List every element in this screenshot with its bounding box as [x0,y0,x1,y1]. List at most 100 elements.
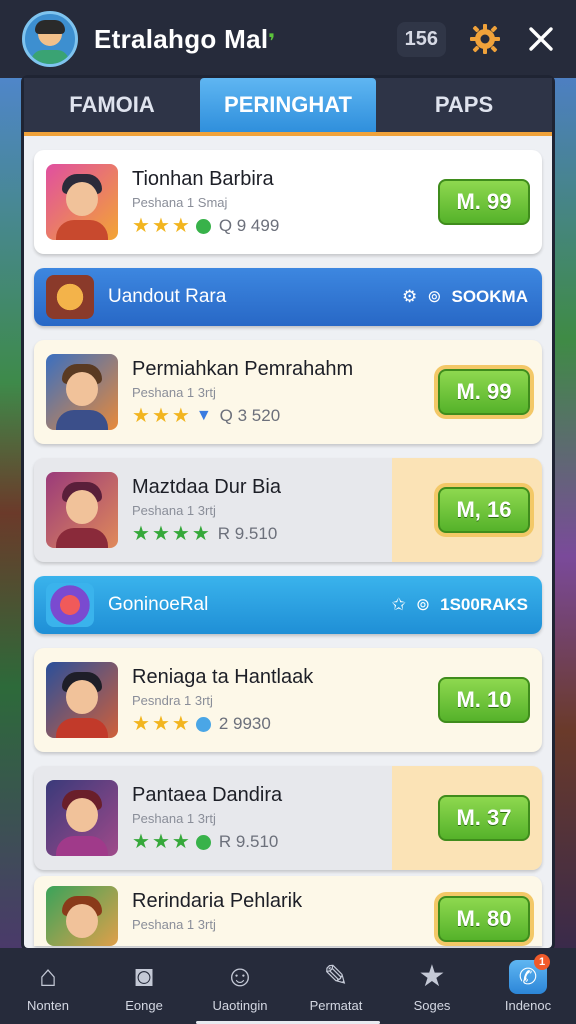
star-icon: ★ [151,523,170,545]
banner-value: 1S00RAKS [440,595,528,614]
item-thumbnail [46,354,118,430]
item-name: Tionhan Barbira [132,168,274,190]
item-list: Tionhan Barbira Peshana 1 Smaj ★ ★ ★ Q 9… [24,136,552,946]
nav-item-indenoc[interactable]: ✆ 1 Indenoc [480,948,576,1024]
star-icon: ★ [151,831,170,853]
nav-item-soges[interactable]: ★ Soges [384,948,480,1024]
item-name: Reniaga ta Hantlaak [132,666,314,688]
star-icon: ★ [171,713,190,735]
price-button[interactable]: M. 99 [438,369,530,415]
nav-label: Nonten [27,997,69,1013]
user-avatar[interactable] [22,11,78,67]
list-item[interactable]: Maztdaa Dur Bia Peshana 1 3rtj ★ ★ ★ ★ R… [34,458,542,562]
item-thumbnail [46,886,118,946]
nav-label: Eonge [125,997,163,1013]
badge-icon [195,218,211,234]
list-item[interactable]: Rerindaria Pehlarik Peshana 1 3rtj M. 80 [34,876,542,946]
nav-label: Uaotingin [212,997,268,1013]
main-panel: FAMOIA PERINGHAT PAPS Tionhan Barbira Pe… [24,78,552,948]
star-icon: ★ [151,405,170,427]
item-subtitle: Peshana 1 3rtj [132,385,216,400]
item-count: R 9.510 [217,524,278,543]
item-subtitle: Pesndra 1 3rtj [132,693,213,708]
star-icon: ★ [171,215,190,237]
currency-counter: 156 [396,21,446,57]
banner-emblem [46,583,94,627]
star-icon: ★ [151,713,170,735]
gear-icon[interactable] [468,22,502,56]
promo-banner[interactable]: Uandout Rara ⚙ ⊚ SOOKMA [34,268,542,326]
item-name: Maztdaa Dur Bia [132,476,281,498]
shirt-icon: ▼ [195,407,212,424]
coin-icon: ⊚ [415,595,431,614]
app-title: Etralahgo Mal❜ [94,23,276,54]
item-count: 2 9930 [218,714,271,733]
top-bar: Etralahgo Mal❜ 156 [0,0,576,78]
promo-banner[interactable]: GoninoeRal ✩ ⊚ 1S00RAKS [34,576,542,634]
star-icon: ★ [151,215,170,237]
price-button[interactable]: M. 10 [438,677,530,723]
tab-paps[interactable]: PAPS [376,78,552,132]
home-icon: ⌂ [38,959,58,993]
star-icon: ★ [132,405,150,427]
price-button[interactable]: M. 80 [438,896,530,942]
price-button[interactable]: M, 16 [438,487,530,533]
list-item[interactable]: Permiahkan Pemrahahm Peshana 1 3rtj ★ ★ … [34,340,542,444]
nav-label: Soges [413,997,451,1013]
star-icon: ★ [191,523,210,545]
close-icon[interactable] [524,22,558,56]
item-subtitle: Peshana 1 Smaj [132,195,228,210]
item-thumbnail [46,780,118,856]
star-icon: ★ [132,713,150,735]
badge-icon [195,834,211,850]
nav-item-uaotingin[interactable]: ☺ Uaotingin [192,948,288,1024]
banner-value: SOOKMA [451,287,529,306]
banner-label: Uandout Rara [108,286,227,307]
item-thumbnail [46,662,118,738]
nav-label: Indenoc [504,997,552,1013]
star-icon: ✩ [391,595,406,614]
coin-icon: ⊚ [427,287,442,306]
tab-famoia[interactable]: FAMOIA [24,78,200,132]
star-icon: ★ [418,959,446,993]
item-count: R 9.510 [218,832,279,851]
notification-badge: 1 [534,954,550,970]
item-subtitle: Peshana 1 3rtj [132,917,216,932]
item-count: Q 9 499 [218,216,280,235]
item-subtitle: Peshana 1 3rtj [132,811,216,826]
banner-label: GoninoeRal [108,594,209,615]
edit-icon: ✎ [323,959,349,993]
item-name: Permiahkan Pemrahahm [132,358,354,380]
star-icon: ★ [132,831,150,853]
list-item[interactable]: Pantaea Dandira Peshana 1 3rtj ★ ★ ★ R 9… [34,766,542,870]
settings-icon: ⚙ [402,287,418,306]
item-name: Pantaea Dandira [132,784,283,806]
smile-icon: ☺ [224,959,256,993]
tab-bar: FAMOIA PERINGHAT PAPS [24,78,552,136]
leaf-icon: ❜ [268,30,276,53]
star-icon: ★ [171,831,190,853]
banner-emblem [46,275,94,319]
list-item[interactable]: Tionhan Barbira Peshana 1 Smaj ★ ★ ★ Q 9… [34,150,542,254]
nav-label: Permatat [309,997,363,1013]
item-count: Q 3 520 [219,406,281,425]
item-name: Rerindaria Pehlarik [132,890,303,912]
nav-item-permatat[interactable]: ✎ Permatat [288,948,384,1024]
item-thumbnail [46,164,118,240]
item-subtitle: Peshana 1 3rtj [132,503,216,518]
bottom-nav: ⌂ Nonten ◙ Eonge ☺ Uaotingin ✎ Permatat … [0,948,576,1024]
nav-item-eonge[interactable]: ◙ Eonge [96,948,192,1024]
camera-icon: ◙ [134,959,154,993]
price-button[interactable]: M. 99 [438,179,530,225]
star-icon: ★ [132,215,150,237]
star-icon: ★ [171,523,190,545]
tab-peringhat[interactable]: PERINGHAT [200,78,376,132]
background-scenery-right [550,78,576,948]
list-item[interactable]: Reniaga ta Hantlaak Pesndra 1 3rtj ★ ★ ★… [34,648,542,752]
badge-icon [195,716,211,732]
star-icon: ★ [171,405,190,427]
star-icon: ★ [132,523,150,545]
nav-item-nonten[interactable]: ⌂ Nonten [0,948,96,1024]
price-button[interactable]: M. 37 [438,795,530,841]
item-thumbnail [46,472,118,548]
